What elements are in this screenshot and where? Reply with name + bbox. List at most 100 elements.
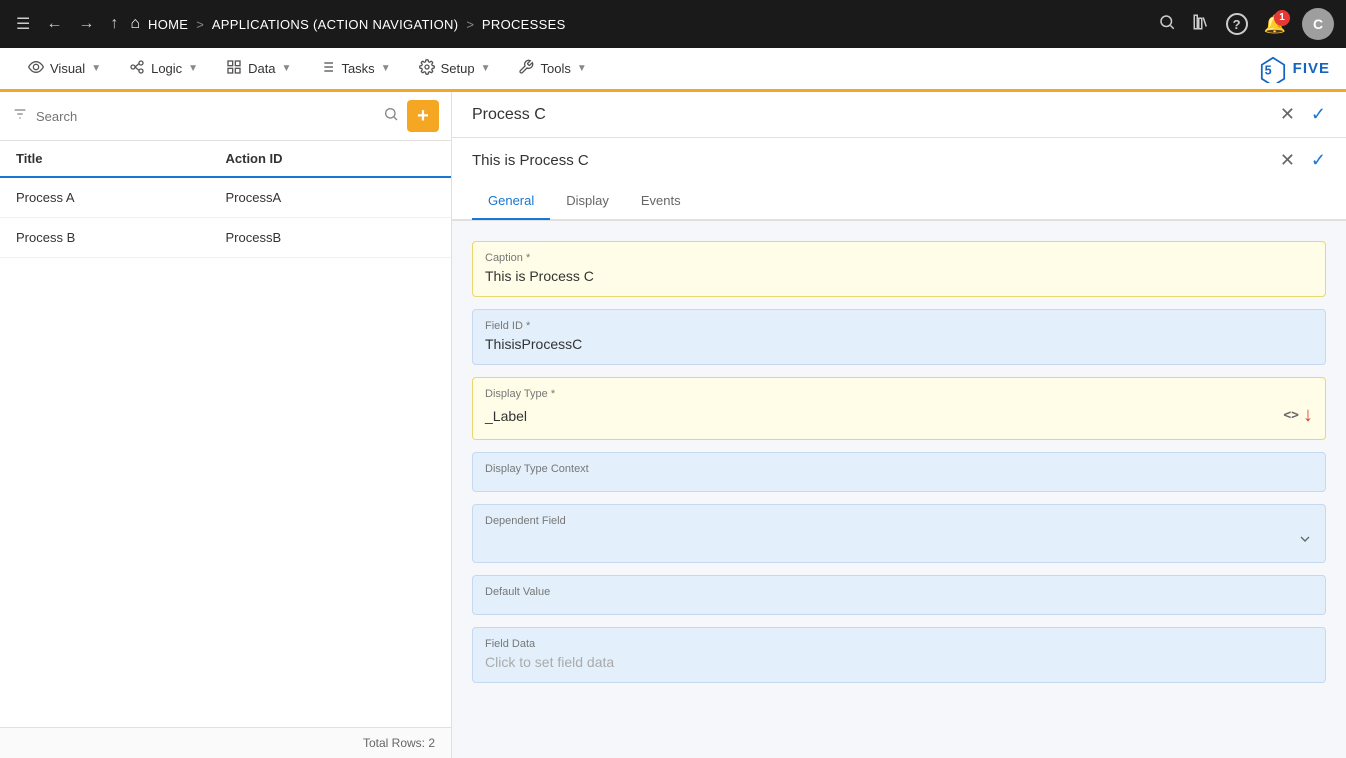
avatar[interactable]: C	[1302, 8, 1334, 40]
field-data-wrapper: Field Data Click to set field data	[472, 627, 1326, 683]
back-icon[interactable]: ←	[42, 11, 66, 37]
breadcrumb-sep-1: >	[196, 17, 204, 32]
add-button[interactable]: +	[407, 100, 439, 132]
up-icon[interactable]: ↑	[106, 11, 122, 37]
tools-dropdown-icon: ▼	[577, 63, 587, 74]
panel-close-icon[interactable]: ✕	[1280, 104, 1295, 125]
panel-title: Process C	[472, 106, 546, 124]
forward-icon[interactable]: →	[74, 11, 98, 37]
dependent-field-dropdown	[473, 527, 1325, 558]
table-header: Title Action ID	[0, 141, 451, 178]
home-label[interactable]: HOME	[148, 17, 188, 32]
logic-dropdown-icon: ▼	[188, 63, 198, 74]
help-icon[interactable]: ?	[1226, 13, 1248, 35]
panel-check-icon[interactable]: ✓	[1311, 104, 1326, 125]
data-dropdown-icon: ▼	[282, 63, 292, 74]
search-icon[interactable]	[1158, 13, 1176, 36]
field-id-value[interactable]: ThisisProcessC	[473, 332, 1325, 360]
search-input[interactable]	[36, 109, 375, 124]
table-row[interactable]: Process B ProcessB	[0, 218, 451, 258]
books-icon[interactable]	[1192, 13, 1210, 36]
setup-dropdown-icon: ▼	[481, 63, 491, 74]
top-nav-right: ? 🔔 1 C	[1158, 8, 1334, 40]
data-table: Title Action ID Process A ProcessA Proce…	[0, 141, 451, 727]
menu-item-setup-label: Setup	[441, 61, 475, 76]
form-content: Caption * This is Process C Field ID * T…	[452, 221, 1346, 758]
caption-value[interactable]: This is Process C	[473, 264, 1325, 292]
display-type-context-value[interactable]	[473, 475, 1325, 487]
table-footer: Total Rows: 2	[0, 727, 451, 758]
field-id-label: Field ID *	[473, 314, 1325, 332]
tab-events[interactable]: Events	[625, 183, 697, 220]
default-value-label: Default Value	[473, 580, 1325, 598]
main-area: + Title Action ID Process A ProcessA Pro…	[0, 92, 1346, 758]
notification-bell[interactable]: 🔔 1	[1264, 14, 1286, 35]
tools-icon	[518, 59, 534, 78]
display-type-icons: <> ↓	[1283, 404, 1313, 427]
dependent-field-label: Dependent Field	[473, 509, 1325, 527]
menu-item-logic[interactable]: Logic ▼	[117, 53, 210, 84]
sub-panel-close-icon[interactable]: ✕	[1280, 150, 1295, 171]
row-1-actionid: ProcessA	[226, 190, 436, 205]
tasks-icon	[319, 59, 335, 78]
menu-item-logic-label: Logic	[151, 61, 182, 76]
menu-item-setup[interactable]: Setup ▼	[407, 53, 503, 84]
menu-item-tools-label: Tools	[540, 61, 570, 76]
tab-display[interactable]: Display	[550, 183, 625, 220]
filter-icon[interactable]	[12, 106, 28, 127]
display-type-context-label: Display Type Context	[473, 457, 1325, 475]
sub-panel-check-icon[interactable]: ✓	[1311, 150, 1326, 171]
sub-panel-header: This is Process C ✕ ✓	[452, 138, 1346, 183]
sub-panel: This is Process C ✕ ✓ General Display Ev…	[452, 138, 1346, 221]
panel-header-actions: ✕ ✓	[1280, 104, 1326, 125]
visual-icon	[28, 59, 44, 78]
field-data-value[interactable]: Click to set field data	[473, 650, 1325, 678]
menu-item-data[interactable]: Data ▼	[214, 53, 303, 84]
svg-text:5: 5	[1264, 63, 1271, 77]
display-type-context-wrapper: Display Type Context	[472, 452, 1326, 492]
code-icon[interactable]: <>	[1283, 408, 1299, 423]
col-header-actionid: Action ID	[226, 151, 436, 166]
search-icon-btn[interactable]	[383, 106, 399, 127]
menu-item-visual-label: Visual	[50, 61, 85, 76]
setup-icon	[419, 59, 435, 78]
tasks-dropdown-icon: ▼	[381, 63, 391, 74]
menu-item-tools[interactable]: Tools ▼	[506, 53, 598, 84]
display-type-value[interactable]: _Label	[485, 408, 527, 424]
menu-item-tasks[interactable]: Tasks ▼	[307, 53, 402, 84]
data-icon	[226, 59, 242, 78]
logic-icon	[129, 59, 145, 78]
menu-item-visual[interactable]: Visual ▼	[16, 53, 113, 84]
col-header-title: Title	[16, 151, 226, 166]
default-value-value[interactable]	[473, 598, 1325, 610]
panel-header: Process C ✕ ✓	[452, 92, 1346, 138]
search-bar: +	[0, 92, 451, 141]
menu-item-data-label: Data	[248, 61, 275, 76]
dependent-field-chevron[interactable]	[1297, 531, 1313, 550]
dropdown-arrow-icon[interactable]: ↓	[1303, 404, 1313, 427]
tabs: General Display Events	[452, 183, 1346, 220]
caption-field-wrapper: Caption * This is Process C	[472, 241, 1326, 297]
menu-icon[interactable]: ☰	[12, 10, 34, 38]
process-label[interactable]: PROCESSES	[482, 17, 566, 32]
sidebar: + Title Action ID Process A ProcessA Pro…	[0, 92, 452, 758]
menu-bar: Visual ▼ Logic ▼ Data ▼ Tasks ▼	[0, 48, 1346, 92]
field-data-label: Field Data	[473, 632, 1325, 650]
notification-count: 1	[1274, 10, 1290, 26]
row-1-title: Process A	[16, 190, 226, 205]
right-panel: Process C ✕ ✓ This is Process C ✕ ✓ Gene…	[452, 92, 1346, 758]
row-2-title: Process B	[16, 230, 226, 245]
menu-bar-left: Visual ▼ Logic ▼ Data ▼ Tasks ▼	[16, 53, 599, 84]
breadcrumb: ⌂ HOME > APPLICATIONS (ACTION NAVIGATION…	[130, 15, 1149, 33]
visual-dropdown-icon: ▼	[91, 63, 101, 74]
tab-general[interactable]: General	[472, 183, 550, 220]
sub-panel-title: This is Process C	[472, 152, 589, 169]
five-logo-text: FIVE	[1293, 60, 1330, 77]
table-row[interactable]: Process A ProcessA	[0, 178, 451, 218]
app-label[interactable]: APPLICATIONS (ACTION NAVIGATION)	[212, 17, 459, 32]
display-type-row: _Label <> ↓	[473, 400, 1325, 435]
breadcrumb-sep-2: >	[466, 17, 474, 32]
display-type-wrapper: Display Type * _Label <> ↓	[472, 377, 1326, 440]
five-logo: 5 FIVE	[1259, 55, 1330, 83]
top-navigation: ☰ ← → ↑ ⌂ HOME > APPLICATIONS (ACTION NA…	[0, 0, 1346, 48]
